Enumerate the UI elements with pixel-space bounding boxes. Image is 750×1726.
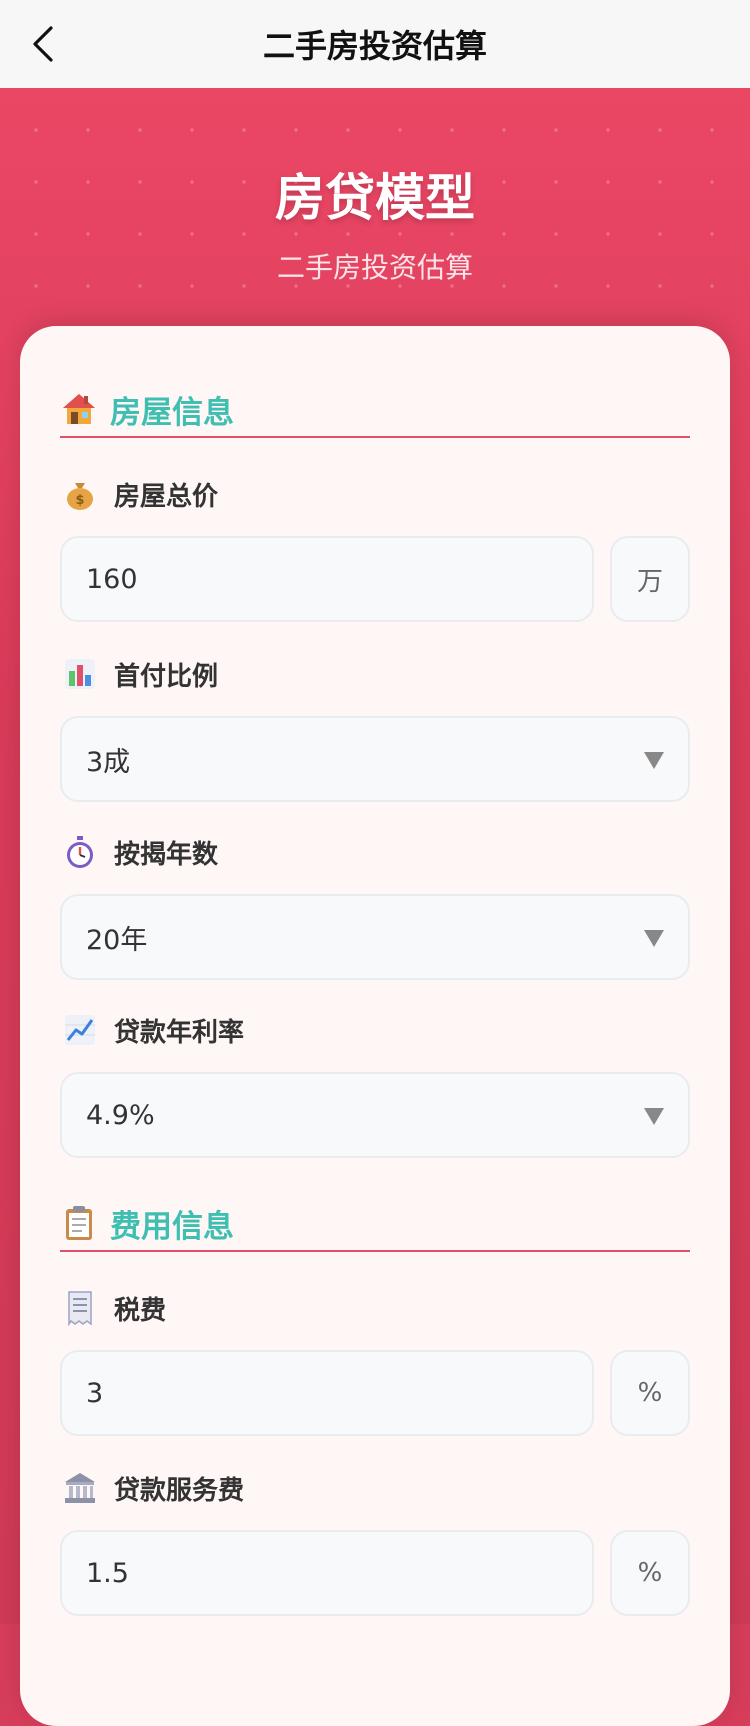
nav-bar: 二手房投资估算 xyxy=(0,0,750,88)
stopwatch-icon xyxy=(62,834,98,870)
nav-title: 二手房投资估算 xyxy=(262,27,487,65)
field-label-loan-service-fee: 贷款服务费 xyxy=(62,1468,244,1508)
section-house-info: 房屋信息 xyxy=(60,382,690,438)
select-value: 3成 xyxy=(86,746,131,778)
field-label-loan-years: 按揭年数 xyxy=(62,832,218,872)
bank-icon xyxy=(62,1470,98,1506)
section-fee-info: 费用信息 xyxy=(60,1196,690,1252)
section-title: 房屋信息 xyxy=(110,394,234,431)
back-button[interactable] xyxy=(22,24,62,64)
svg-text:$: $ xyxy=(75,493,84,508)
total-price-input[interactable]: 160 xyxy=(60,536,594,622)
field-label-text: 按揭年数 xyxy=(114,839,219,870)
interest-rate-select[interactable]: 4.9% xyxy=(60,1072,690,1158)
field-label-text: 房屋总价 xyxy=(114,481,219,512)
house-icon xyxy=(60,390,98,428)
dropdown-arrow-icon xyxy=(644,752,664,769)
hero-subtitle: 二手房投资估算 xyxy=(276,251,473,284)
field-label-tax: 税费 xyxy=(62,1288,166,1328)
loan-service-fee-input[interactable]: 1.5 xyxy=(60,1530,594,1616)
trend-up-icon xyxy=(62,1012,98,1048)
field-label-text: 贷款年利率 xyxy=(114,1017,245,1048)
dropdown-arrow-icon xyxy=(644,1108,664,1125)
field-label-text: 贷款服务费 xyxy=(114,1475,245,1506)
dropdown-arrow-icon xyxy=(644,930,664,947)
field-label-text: 首付比例 xyxy=(114,661,219,692)
form-card: 房屋信息 $ 房屋总价 160 万 首付比例 3成 按揭年数 20年 贷款年利率… xyxy=(20,326,730,1726)
select-value: 4.9% xyxy=(86,1099,155,1131)
tax-input[interactable]: 3 xyxy=(60,1350,594,1436)
hero-title: 房贷模型 xyxy=(275,169,475,227)
money-bag-icon: $ xyxy=(62,476,98,512)
field-label-total-price: $ 房屋总价 xyxy=(62,474,218,514)
loan-years-select[interactable]: 20年 xyxy=(60,894,690,980)
field-label-text: 税费 xyxy=(114,1295,167,1326)
clipboard-icon xyxy=(60,1204,98,1242)
tax-unit: % xyxy=(610,1350,690,1436)
receipt-icon xyxy=(62,1290,98,1326)
select-value: 20年 xyxy=(86,924,148,956)
section-title: 费用信息 xyxy=(110,1208,234,1245)
down-payment-select[interactable]: 3成 xyxy=(60,716,690,802)
chevron-left-icon xyxy=(33,26,53,62)
bar-chart-icon xyxy=(62,656,98,692)
field-label-down-payment: 首付比例 xyxy=(62,654,218,694)
field-label-interest-rate: 贷款年利率 xyxy=(62,1010,244,1050)
total-price-unit: 万 xyxy=(610,536,690,622)
loan-service-fee-unit: % xyxy=(610,1530,690,1616)
